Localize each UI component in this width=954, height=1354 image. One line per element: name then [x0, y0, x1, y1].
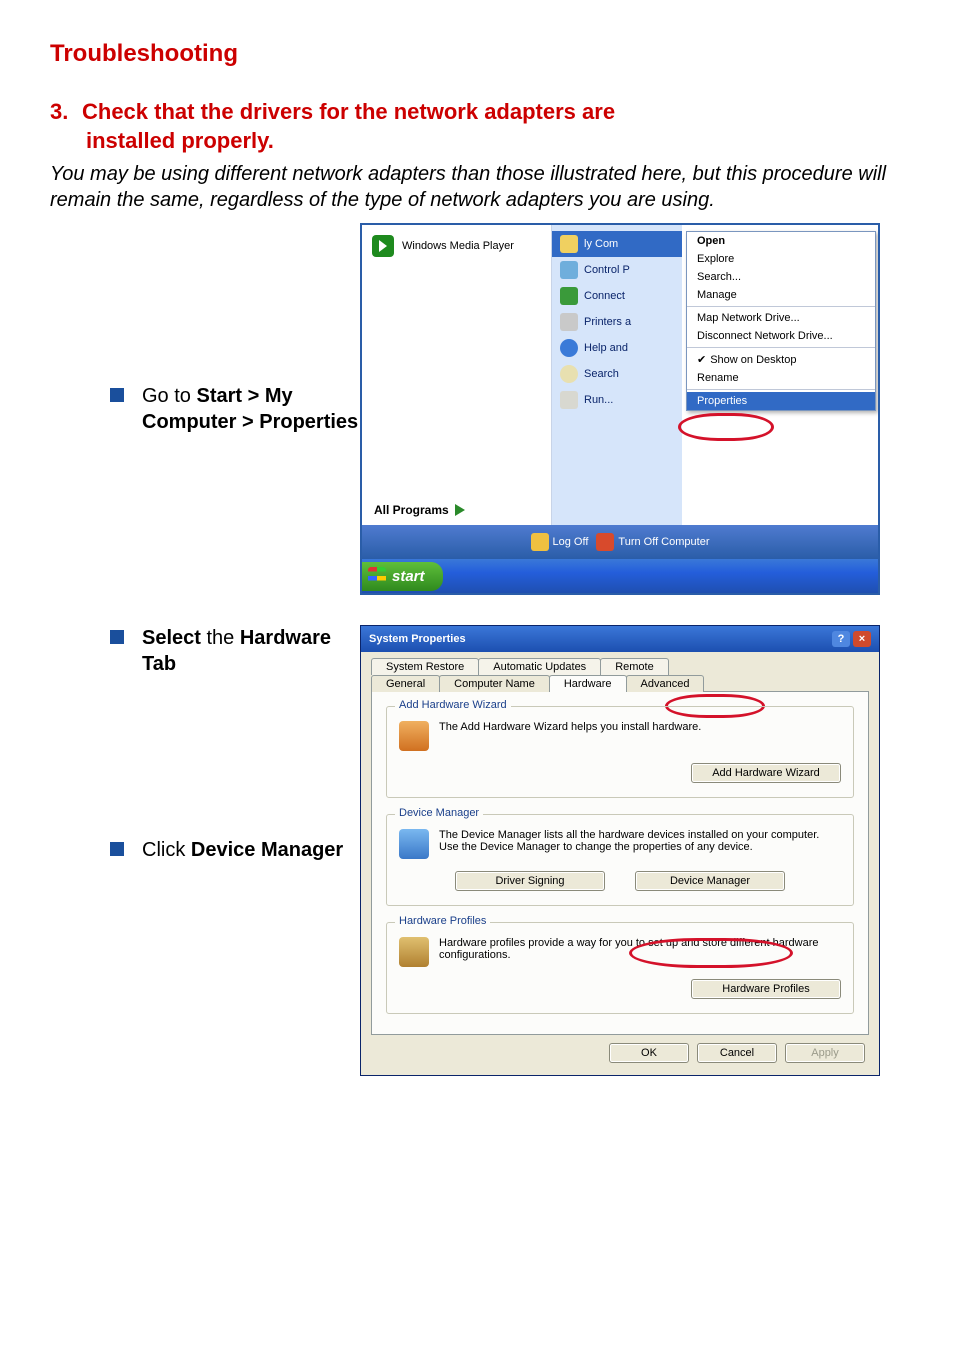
highlight-oval-properties: [678, 413, 774, 441]
hardware-profiles-text: Hardware profiles provide a way for you …: [439, 937, 841, 961]
start-left-wmp[interactable]: Windows Media Player: [362, 231, 551, 261]
context-menu: Open Explore Search... Manage Map Networ…: [686, 231, 876, 411]
printers-label: Printers a: [584, 316, 631, 328]
search-icon: [560, 365, 578, 383]
connect-label: Connect: [584, 290, 625, 302]
tab-hardware[interactable]: Hardware: [549, 675, 627, 692]
tab-automatic-updates[interactable]: Automatic Updates: [478, 658, 601, 675]
dialog-title: System Properties: [369, 633, 466, 645]
add-hardware-group: Add Hardware Wizard The Add Hardware Wiz…: [386, 706, 854, 798]
bullet3-bold: Device Manager: [191, 839, 343, 861]
system-properties-dialog: System Properties ? × System Restore Aut…: [360, 625, 880, 1076]
connect-icon: [560, 287, 578, 305]
tab-general[interactable]: General: [371, 675, 440, 692]
bullet-3: Click Device Manager: [50, 837, 360, 863]
bullet2-mid: the: [201, 627, 240, 649]
bullet2-bold: Select: [142, 627, 201, 649]
turnoff-icon: [596, 533, 614, 551]
media-player-icon: [372, 235, 394, 257]
bullet-1: Go to Start > My Computer > Properties: [50, 383, 360, 435]
bullet-marker: [110, 388, 124, 402]
bullet1-pre: Go to: [142, 385, 196, 407]
ctx-rename[interactable]: Rename: [687, 369, 875, 387]
device-manager-legend: Device Manager: [395, 807, 483, 819]
ctx-map-drive[interactable]: Map Network Drive...: [687, 309, 875, 327]
help-icon: [560, 339, 578, 357]
run-item[interactable]: Run...: [552, 387, 682, 413]
tab-system-restore[interactable]: System Restore: [371, 658, 479, 675]
help-item[interactable]: Help and: [552, 335, 682, 361]
cancel-button[interactable]: Cancel: [697, 1043, 777, 1063]
driver-signing-button[interactable]: Driver Signing: [455, 871, 605, 891]
ctx-separator: [687, 347, 875, 348]
ctx-search[interactable]: Search...: [687, 268, 875, 286]
start-button[interactable]: start: [362, 562, 443, 591]
close-button[interactable]: ×: [853, 631, 871, 647]
all-programs[interactable]: All Programs: [374, 503, 465, 517]
ctx-disconnect-drive[interactable]: Disconnect Network Drive...: [687, 327, 875, 345]
ok-button[interactable]: OK: [609, 1043, 689, 1063]
step-number: 3.: [50, 98, 82, 127]
printers-item[interactable]: Printers a: [552, 309, 682, 335]
start-menu-screenshot: Windows Media Player All Programs ly Com: [360, 223, 880, 595]
tab-computer-name[interactable]: Computer Name: [439, 675, 550, 692]
turnoff-label: Turn Off Computer: [618, 536, 709, 548]
hardware-profiles-legend: Hardware Profiles: [395, 915, 490, 927]
add-hardware-wizard-button[interactable]: Add Hardware Wizard: [691, 763, 841, 783]
control-panel-label: Control P: [584, 264, 630, 276]
add-hardware-legend: Add Hardware Wizard: [395, 699, 511, 711]
device-manager-icon: [399, 829, 429, 859]
all-programs-label: All Programs: [374, 503, 449, 517]
device-manager-group: Device Manager The Device Manager lists …: [386, 814, 854, 906]
bullet-2: Select the Hardware Tab: [50, 625, 360, 677]
turnoff-button[interactable]: Turn Off Computer: [596, 533, 709, 551]
intro-paragraph: You may be using different network adapt…: [50, 161, 904, 213]
add-hardware-icon: [399, 721, 429, 751]
ctx-show-desktop[interactable]: Show on Desktop: [687, 350, 875, 369]
bullet3-pre: Click: [142, 839, 191, 861]
search-label: Search: [584, 368, 619, 380]
logoff-label: Log Off: [553, 536, 589, 548]
hardware-profiles-button[interactable]: Hardware Profiles: [691, 979, 841, 999]
printers-icon: [560, 313, 578, 331]
ctx-open[interactable]: Open: [687, 232, 875, 250]
tab-advanced[interactable]: Advanced: [626, 675, 705, 692]
ctx-properties[interactable]: Properties: [687, 392, 875, 410]
step-heading: 3.Check that the drivers for the network…: [50, 98, 904, 155]
arrow-right-icon: [455, 504, 465, 516]
my-computer-item[interactable]: ly Com: [552, 231, 682, 257]
search-item[interactable]: Search: [552, 361, 682, 387]
hardware-profiles-icon: [399, 937, 429, 967]
wmp-label: Windows Media Player: [402, 240, 514, 252]
page-title: Troubleshooting: [50, 40, 904, 68]
ctx-explore[interactable]: Explore: [687, 250, 875, 268]
logoff-icon: [531, 533, 549, 551]
run-icon: [560, 391, 578, 409]
my-computer-icon: [560, 235, 578, 253]
help-label: Help and: [584, 342, 628, 354]
hardware-profiles-group: Hardware Profiles Hardware profiles prov…: [386, 922, 854, 1014]
tab-remote[interactable]: Remote: [600, 658, 669, 675]
ctx-manage[interactable]: Manage: [687, 286, 875, 304]
bullet-marker: [110, 630, 124, 644]
control-panel-icon: [560, 261, 578, 279]
connect-to-item[interactable]: Connect: [552, 283, 682, 309]
help-button[interactable]: ?: [832, 631, 850, 647]
apply-button[interactable]: Apply: [785, 1043, 865, 1063]
step-line2: installed properly.: [50, 127, 904, 156]
my-computer-label: ly Com: [584, 238, 618, 250]
bullet-marker: [110, 842, 124, 856]
ctx-separator: [687, 306, 875, 307]
run-label: Run...: [584, 394, 613, 406]
step-line1: Check that the drivers for the network a…: [82, 99, 615, 124]
device-manager-button[interactable]: Device Manager: [635, 871, 785, 891]
ctx-separator: [687, 389, 875, 390]
logoff-button[interactable]: Log Off: [531, 533, 589, 551]
device-manager-text: The Device Manager lists all the hardwar…: [439, 829, 841, 853]
control-panel-item[interactable]: Control P: [552, 257, 682, 283]
add-hardware-text: The Add Hardware Wizard helps you instal…: [439, 721, 841, 733]
